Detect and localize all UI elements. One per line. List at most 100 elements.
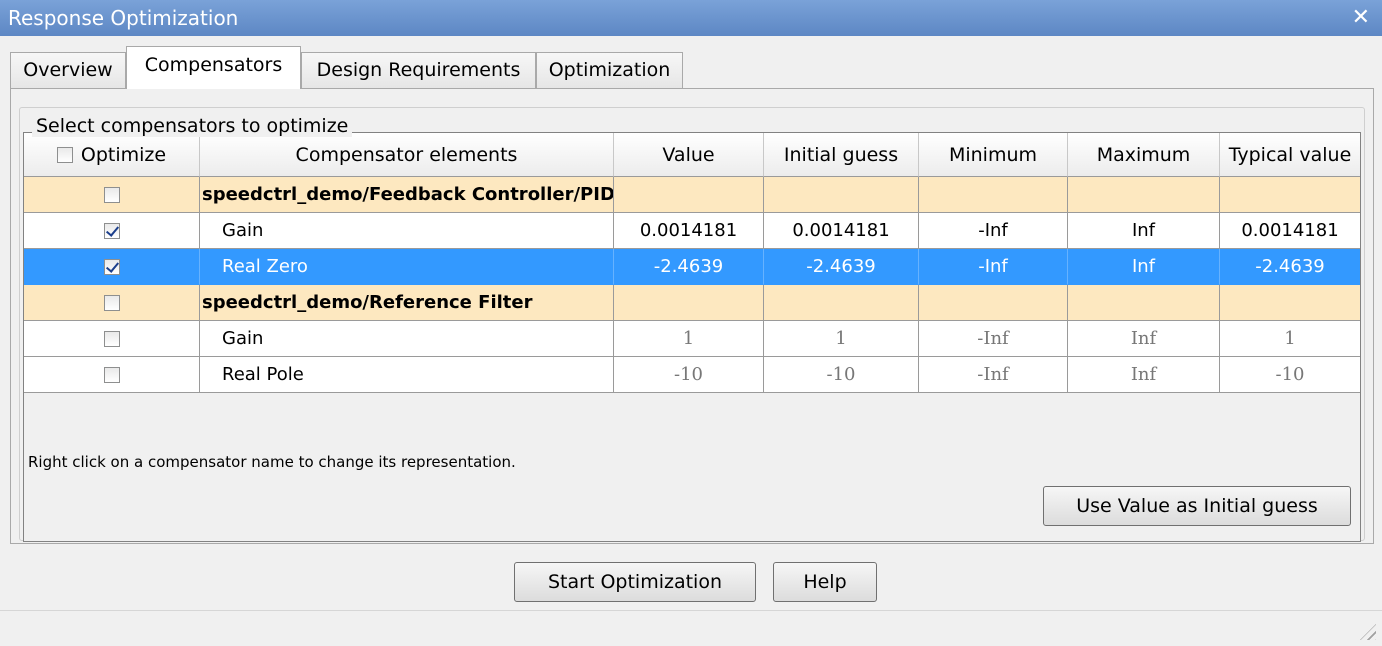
tab-compensators[interactable]: Compensators	[126, 46, 301, 89]
response-optimization-window: Response Optimization ✕ Overview Compens…	[0, 0, 1382, 646]
typical-value-cell[interactable]: -2.4639	[1220, 249, 1360, 285]
typical-value-cell	[1220, 177, 1360, 213]
initial-guess-cell[interactable]: -2.4639	[764, 249, 919, 285]
value-cell[interactable]: -10	[614, 357, 764, 393]
column-header[interactable]: Compensator elements	[200, 133, 614, 177]
initial-guess-text: 1	[835, 328, 847, 349]
initial-guess-cell[interactable]: 0.0014181	[764, 213, 919, 249]
optimize-checkbox[interactable]	[103, 258, 120, 275]
initial-guess-cell	[764, 285, 919, 321]
close-icon[interactable]: ✕	[1352, 5, 1370, 30]
compensator-name: Gain	[222, 220, 264, 241]
tab-optimization[interactable]: Optimization	[536, 52, 683, 88]
value-text: -10	[674, 364, 703, 385]
typical-value-cell[interactable]: -10	[1220, 357, 1360, 393]
optimize-all-checkbox[interactable]	[56, 146, 73, 163]
initial-guess-cell[interactable]: -10	[764, 357, 919, 393]
value-cell[interactable]: 0.0014181	[614, 213, 764, 249]
value-text: 0.0014181	[639, 220, 738, 241]
compensator-group-row[interactable]: speedctrl_demo/Reference Filter	[24, 285, 1360, 321]
typical-value-text: -10	[1275, 364, 1305, 385]
minimum-cell	[919, 177, 1068, 213]
column-header[interactable]: Maximum	[1068, 133, 1220, 177]
maximum-cell[interactable]: Inf	[1068, 357, 1220, 393]
compensator-name-cell[interactable]: speedctrl_demo/Reference Filter	[200, 285, 614, 321]
maximum-cell	[1068, 285, 1220, 321]
compensator-name-cell[interactable]: Real Zero	[200, 249, 614, 285]
compensator-name-cell[interactable]: Gain	[200, 321, 614, 357]
optimize-checkbox[interactable]	[103, 366, 120, 383]
initial-guess-text: 0.0014181	[792, 220, 890, 241]
compensator-name: speedctrl_demo/Reference Filter	[202, 292, 533, 313]
compensator-group-row[interactable]: speedctrl_demo/Feedback Controller/PID C…	[24, 177, 1360, 213]
window-title: Response Optimization	[8, 6, 239, 30]
column-header[interactable]: Value	[614, 133, 764, 177]
column-header[interactable]: Minimum	[919, 133, 1068, 177]
maximum-cell[interactable]: Inf	[1068, 213, 1220, 249]
value-cell[interactable]: 1	[614, 321, 764, 357]
compensator-element-row[interactable]: Gain 0.0014181 0.0014181 -Inf Inf 0.0014181	[24, 213, 1360, 249]
value-text: 1	[682, 328, 695, 349]
column-header-label: Minimum	[948, 143, 1038, 166]
maximum-cell[interactable]: Inf	[1068, 321, 1220, 357]
typical-value-cell[interactable]: 0.0014181	[1220, 213, 1360, 249]
optimize-cell[interactable]	[24, 213, 200, 249]
compensator-name-cell[interactable]: speedctrl_demo/Feedback Controller/PID C…	[200, 177, 614, 213]
minimum-cell[interactable]: -Inf	[919, 213, 1068, 249]
typical-value-text: 1	[1284, 328, 1296, 349]
column-header-label: Maximum	[1096, 143, 1191, 166]
compensator-name-cell[interactable]: Gain	[200, 213, 614, 249]
maximum-text: Inf	[1131, 256, 1156, 277]
optimize-checkbox[interactable]	[103, 330, 120, 347]
optimize-cell[interactable]	[24, 177, 200, 213]
minimum-cell[interactable]: -Inf	[919, 321, 1068, 357]
optimize-cell[interactable]	[24, 249, 200, 285]
value-cell[interactable]: -2.4639	[614, 249, 764, 285]
title-bar[interactable]: Response Optimization ✕	[0, 0, 1382, 36]
use-value-as-initial-guess-button[interactable]: Use Value as Initial guess	[1043, 486, 1351, 526]
typical-value-text: 0.0014181	[1241, 220, 1339, 241]
minimum-cell[interactable]: -Inf	[919, 357, 1068, 393]
optimize-cell[interactable]	[24, 357, 200, 393]
start-optimization-button[interactable]: Start Optimization	[514, 562, 756, 602]
maximum-cell[interactable]: Inf	[1068, 249, 1220, 285]
initial-guess-cell	[764, 177, 919, 213]
value-cell	[614, 285, 764, 321]
column-header-label: Compensator elements	[295, 143, 518, 166]
optimize-cell[interactable]	[24, 285, 200, 321]
compensator-element-row[interactable]: Gain 1 1 -Inf Inf 1	[24, 321, 1360, 357]
typical-value-cell[interactable]: 1	[1220, 321, 1360, 357]
initial-guess-text: -10	[826, 364, 856, 385]
typical-value-text: -2.4639	[1255, 256, 1325, 277]
column-header[interactable]: Initial guess	[764, 133, 919, 177]
compensator-name-cell[interactable]: Real Pole	[200, 357, 614, 393]
optimize-checkbox[interactable]	[103, 222, 120, 239]
value-cell	[614, 177, 764, 213]
minimum-text: -Inf	[977, 364, 1009, 385]
initial-guess-cell[interactable]: 1	[764, 321, 919, 357]
maximum-text: Inf	[1130, 364, 1157, 385]
maximum-text: Inf	[1131, 220, 1156, 241]
tab-overview[interactable]: Overview	[10, 52, 126, 88]
compensator-name: Real Pole	[222, 364, 304, 385]
column-header[interactable]: Typical value	[1220, 133, 1360, 177]
minimum-text: -Inf	[978, 256, 1008, 277]
minimum-cell[interactable]: -Inf	[919, 249, 1068, 285]
compensator-table[interactable]: Optimize Compensator elements Value Initial…	[23, 132, 1361, 542]
compensator-name: Gain	[222, 328, 264, 349]
representation-hint: Right click on a compensator name to cha…	[28, 453, 516, 471]
resize-grip-icon[interactable]	[1360, 624, 1376, 640]
column-header[interactable]: Optimize	[24, 133, 200, 177]
optimize-checkbox[interactable]	[103, 186, 120, 203]
compensator-element-row[interactable]: Real Pole -10 -10 -Inf Inf -10	[24, 357, 1360, 393]
column-header-label: Initial guess	[783, 143, 899, 166]
optimize-cell[interactable]	[24, 321, 200, 357]
compensator-name: Real Zero	[222, 256, 308, 277]
maximum-cell	[1068, 177, 1220, 213]
compensator-element-row[interactable]: Real Zero -2.4639 -2.4639 -Inf Inf -2.4639	[24, 249, 1360, 285]
minimum-text: -Inf	[977, 328, 1009, 349]
tab-design-requirements[interactable]: Design Requirements	[301, 52, 536, 88]
table-header: Optimize Compensator elements Value Initial…	[24, 133, 1360, 177]
help-button[interactable]: Help	[773, 562, 877, 602]
optimize-checkbox[interactable]	[103, 294, 120, 311]
